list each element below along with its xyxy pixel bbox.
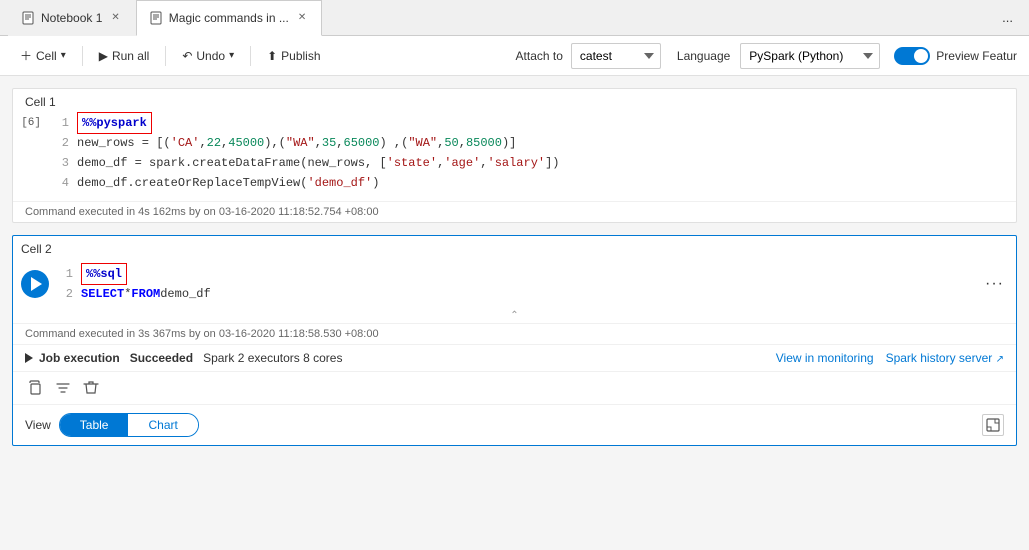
undo-button[interactable]: ↶ Undo ▾: [174, 45, 242, 67]
undo-icon: ↶: [182, 49, 192, 63]
undo-chevron-icon: ▾: [229, 50, 234, 61]
language-label: Language: [677, 49, 730, 63]
filter-icon[interactable]: [53, 378, 73, 398]
cell2-container: Cell 2 1 2 %%sql SELECT: [12, 235, 1017, 446]
publish-icon: ⬆: [267, 49, 277, 63]
tab-more[interactable]: ...: [994, 6, 1021, 29]
notebook-icon: [21, 11, 35, 25]
cell1-footer: Command executed in 4s 162ms by on 03-16…: [13, 201, 1016, 222]
add-cell-button[interactable]: ＋ Cell ▾: [12, 43, 74, 68]
cell1-editor: [6] 1 2 3 4 %%pyspark new_rows = [('CA',…: [13, 113, 1016, 201]
tab-magic-commands[interactable]: Magic commands in ... ✕: [136, 0, 322, 36]
attach-label: Attach to: [516, 49, 563, 63]
cell2-code-line-1: %%sql: [81, 264, 973, 284]
cell2-code-area[interactable]: 1 2 %%sql SELECT * FROM demo_df: [57, 264, 981, 304]
expand-icon[interactable]: [982, 414, 1004, 436]
run-all-button[interactable]: ▶ Run all: [91, 45, 158, 67]
cell1-code-area: [6] 1 2 3 4 %%pyspark new_rows = [('CA',…: [13, 113, 1016, 193]
code-line-4: demo_df.createOrReplaceTempView('demo_df…: [77, 173, 1008, 193]
cell2-code-line-2: SELECT * FROM demo_df: [81, 284, 973, 304]
attach-select[interactable]: catest: [571, 43, 661, 69]
cell2-more-button[interactable]: ···: [981, 271, 1008, 297]
publish-button[interactable]: ⬆ Publish: [259, 45, 328, 67]
toolbar-divider-3: [250, 46, 251, 66]
toggle-thumb: [914, 49, 928, 63]
tab-magic-commands-close[interactable]: ✕: [295, 11, 309, 24]
cell1-label: Cell 1: [13, 89, 1016, 113]
view-monitoring-link[interactable]: View in monitoring: [776, 351, 874, 365]
magic-command-pyspark: %%pyspark: [77, 112, 152, 134]
view-bar: View Table Chart: [13, 404, 1016, 445]
job-bar: Job execution Succeeded Spark 2 executor…: [13, 344, 1016, 371]
view-label: View: [25, 418, 51, 432]
cell-chevron-icon: ▾: [61, 50, 66, 61]
toggle-track[interactable]: [894, 47, 930, 65]
magic-command-sql: %%sql: [81, 263, 127, 285]
collapse-bar[interactable]: ⌃: [13, 308, 1016, 323]
run-all-label: Run all: [112, 49, 149, 63]
cell2-code-lines: %%sql SELECT * FROM demo_df: [81, 264, 981, 304]
language-select[interactable]: PySpark (Python): [740, 43, 880, 69]
main-content: Cell 1 [6] 1 2 3 4 %%pyspark new_rows = …: [0, 76, 1029, 550]
toolbar: ＋ Cell ▾ ▶ Run all ↶ Undo ▾ ⬆ Publish At…: [0, 36, 1029, 76]
view-toggle: Table Chart: [59, 413, 199, 437]
cell2-play-button[interactable]: [21, 270, 49, 298]
toolbar-divider-1: [82, 46, 83, 66]
undo-label: Undo: [196, 49, 225, 63]
preview-toggle[interactable]: Preview Featur: [894, 47, 1017, 65]
tab-bar: Notebook 1 ✕ Magic commands in ... ✕ ...: [0, 0, 1029, 36]
notebook-icon2: [149, 11, 163, 25]
job-spark-info: Spark 2 executors 8 cores: [203, 351, 342, 365]
spark-history-link[interactable]: Spark history server ↗: [886, 351, 1004, 365]
code-line-1: %%pyspark: [77, 113, 1008, 133]
tab-notebook1[interactable]: Notebook 1 ✕: [8, 0, 136, 36]
copy-icon[interactable]: [25, 378, 45, 398]
cell1-code-lines[interactable]: %%pyspark new_rows = [('CA',22, 45000),(…: [77, 113, 1016, 193]
preview-label: Preview Featur: [936, 49, 1017, 63]
code-line-3: demo_df = spark.createDataFrame(new_rows…: [77, 153, 1008, 173]
cell2-footer: Command executed in 3s 367ms by on 03-16…: [13, 323, 1016, 344]
tab-notebook1-label: Notebook 1: [41, 11, 102, 25]
cell1-line-numbers: 1 2 3 4: [53, 113, 77, 193]
action-bar: [13, 371, 1016, 404]
view-chart-button[interactable]: Chart: [128, 414, 197, 436]
delete-icon[interactable]: [81, 378, 101, 398]
job-status: Succeeded: [130, 351, 193, 365]
play-icon: [31, 277, 42, 291]
cell2-label: Cell 2: [13, 236, 1016, 258]
plus-icon: ＋: [20, 47, 32, 64]
cell1-container: Cell 1 [6] 1 2 3 4 %%pyspark new_rows = …: [12, 88, 1017, 223]
job-execution-label: Job execution: [39, 351, 120, 365]
toolbar-divider-2: [165, 46, 166, 66]
cell2-lines: 1 2 %%sql SELECT * FROM demo_df: [57, 264, 981, 304]
cell1-exec-indicator: [6]: [13, 113, 53, 193]
external-link-icon: ↗: [996, 354, 1004, 365]
job-links: View in monitoring Spark history server …: [776, 351, 1004, 365]
spark-history-label: Spark history server: [886, 351, 993, 365]
publish-label: Publish: [281, 49, 320, 63]
job-play-icon: [25, 353, 33, 363]
tab-magic-commands-label: Magic commands in ...: [169, 11, 289, 25]
code-line-2: new_rows = [('CA',22, 45000),("WA",35,65…: [77, 133, 1008, 153]
run-icon: ▶: [99, 49, 108, 63]
cell2-header: 1 2 %%sql SELECT * FROM demo_df: [13, 258, 1016, 308]
view-table-button[interactable]: Table: [60, 414, 129, 436]
tab-notebook1-close[interactable]: ✕: [108, 11, 122, 24]
cell2-line-numbers: 1 2: [57, 264, 81, 304]
cell-label: Cell: [36, 49, 57, 63]
